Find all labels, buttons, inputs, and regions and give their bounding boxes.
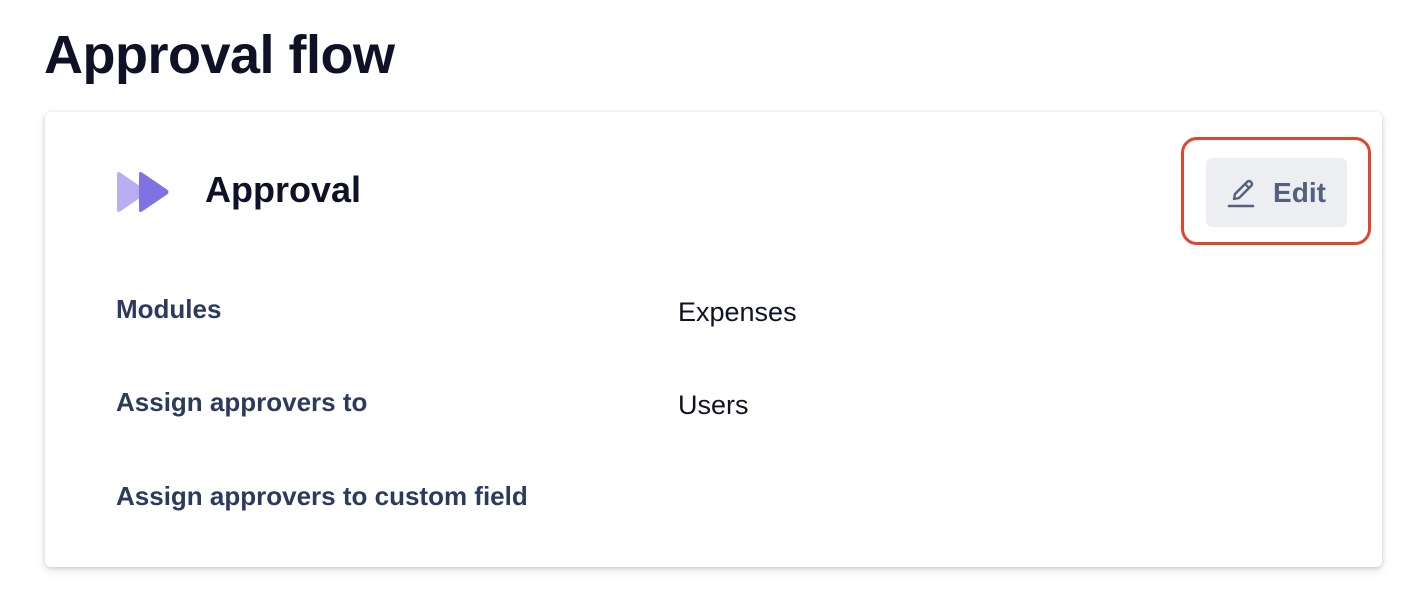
double-chevron-right-icon	[117, 172, 169, 212]
pencil-icon	[1227, 179, 1255, 207]
page-title: Approval flow	[44, 25, 395, 85]
approval-card: Approval Edit Modules Expenses Assign ap…	[45, 112, 1382, 567]
field-label-custom-field: Assign approvers to custom field	[116, 481, 528, 511]
card-title: Approval	[205, 169, 362, 210]
field-label-assign-approvers: Assign approvers to	[116, 387, 368, 417]
field-value-assign-approvers: Users	[678, 390, 749, 420]
field-value-modules: Expenses	[678, 297, 797, 327]
field-label-modules: Modules	[116, 294, 222, 324]
edit-button[interactable]: Edit	[1206, 158, 1347, 227]
edit-button-label: Edit	[1273, 176, 1326, 208]
